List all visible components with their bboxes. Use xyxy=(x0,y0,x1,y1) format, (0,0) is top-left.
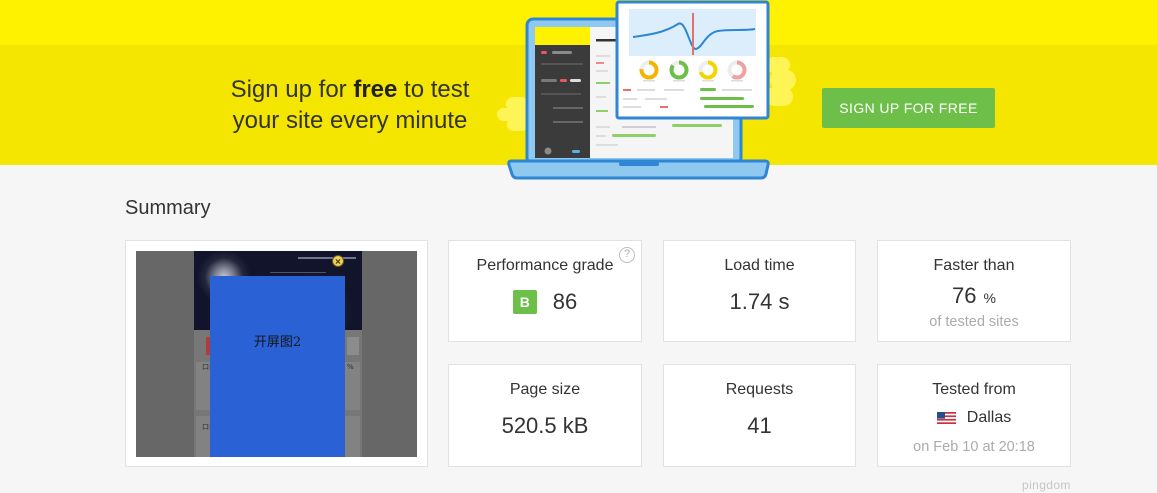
cloud-shape-right xyxy=(765,57,796,106)
load-time-card: Load time 1.74 s xyxy=(663,240,856,342)
headline-line-1: Sign up for free to test xyxy=(200,74,500,105)
cloud-shape-left xyxy=(497,97,528,131)
page-size-label: Page size xyxy=(509,381,581,398)
page-size-card: Page size 520.5 kB xyxy=(448,364,642,467)
faster-than-unit: % xyxy=(983,290,996,306)
thumbnail-hero-text-line xyxy=(270,272,326,273)
requests-card: Requests 41 xyxy=(663,364,856,467)
page-size-value: 520.5 kB xyxy=(501,413,589,438)
us-flag-icon xyxy=(936,412,956,424)
performance-score: 86 xyxy=(552,289,578,314)
requests-value: 41 xyxy=(747,413,772,438)
performance-grade-label: Performance grade xyxy=(476,257,614,274)
faster-than-label: Faster than xyxy=(933,257,1015,274)
headline-suffix: to test xyxy=(397,76,470,103)
headline-prefix: Sign up for xyxy=(230,76,354,103)
headline-line-2: your site every minute xyxy=(232,107,468,134)
summary-title: Summary xyxy=(125,197,211,219)
laptop-base xyxy=(507,159,770,180)
test-location-city: Dallas xyxy=(966,409,1012,426)
load-time-value: 1.74 s xyxy=(729,289,790,314)
question-circle-icon[interactable]: ? xyxy=(619,247,635,263)
signup-headline: Sign up for free to test your site every… xyxy=(200,74,500,136)
signup-for-free-button[interactable]: SIGN UP FOR FREE xyxy=(822,88,995,128)
thumbnail-gray-button xyxy=(347,337,359,355)
faster-than-value: 76 xyxy=(952,283,977,308)
faster-than-caption: of tested sites xyxy=(929,314,1019,330)
thumbnail-splash-overlay: 开屏图2 xyxy=(210,276,345,457)
page-screenshot-card: 口口 口口 % 开屏图2 xyxy=(125,240,428,467)
test-location: Dallas xyxy=(878,408,1070,428)
thumbnail-hero-text-line xyxy=(298,257,356,259)
page-screenshot-thumbnail: 口口 口口 % 开屏图2 xyxy=(136,251,417,457)
tested-from-card: Tested from Dallas on Feb 10 at 20:18 xyxy=(877,364,1071,467)
requests-label: Requests xyxy=(725,381,794,398)
grade-badge: B xyxy=(512,290,537,314)
floating-chart-card xyxy=(615,0,770,120)
test-date: on Feb 10 at 20:18 xyxy=(913,439,1035,455)
headline-emphasis: free xyxy=(353,76,398,103)
faster-than-value-row: 76% xyxy=(878,283,1070,312)
load-time-label: Load time xyxy=(724,257,795,274)
performance-grade-value: B 86 xyxy=(449,289,641,315)
tested-from-label: Tested from xyxy=(932,381,1016,398)
laptop-dashboard-illustration xyxy=(497,0,796,180)
faster-than-card: Faster than 76% of tested sites xyxy=(877,240,1071,342)
pingdom-logo: pingdom xyxy=(1022,478,1071,492)
thumbnail-percent-label: % xyxy=(347,363,354,371)
thumbnail-overlay-text: 开屏图2 xyxy=(253,335,302,350)
close-icon xyxy=(332,255,344,267)
performance-grade-card: Performance grade ? B 86 xyxy=(448,240,642,342)
